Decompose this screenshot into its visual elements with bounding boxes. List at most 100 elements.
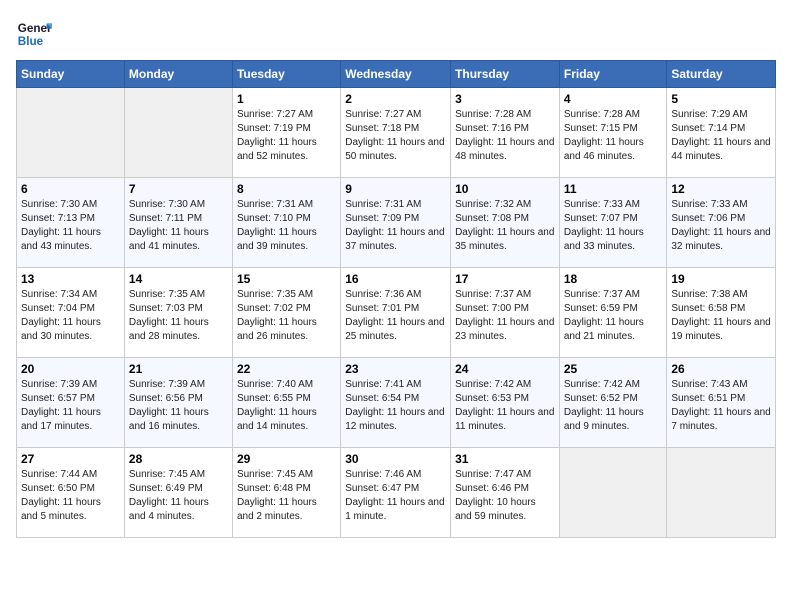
calendar-body: 1 Sunrise: 7:27 AMSunset: 7:19 PMDaylight… xyxy=(17,88,776,538)
day-info: Sunrise: 7:33 AMSunset: 7:06 PMDaylight:… xyxy=(671,198,771,254)
day-info: Sunrise: 7:47 AMSunset: 6:46 PMDaylight:… xyxy=(455,468,555,524)
day-info: Sunrise: 7:35 AMSunset: 7:03 PMDaylight:… xyxy=(129,288,228,344)
day-number: 25 xyxy=(564,362,663,376)
calendar-cell: 30Sunrise: 7:46 AMSunset: 6:47 PMDayligh… xyxy=(341,448,451,538)
day-info: Sunrise: 7:36 AMSunset: 7:01 PMDaylight:… xyxy=(345,288,446,344)
weekday-header-tuesday: Tuesday xyxy=(232,61,340,88)
day-number: 15 xyxy=(237,272,336,286)
calendar-cell: 6Sunrise: 7:30 AMSunset: 7:13 PMDaylight… xyxy=(17,178,125,268)
weekday-header-wednesday: Wednesday xyxy=(341,61,451,88)
calendar-week-4: 20 Sunrise: 7:39 AMSunset: 6:57 PMDayligh… xyxy=(17,358,776,448)
day-number: 19 xyxy=(671,272,771,286)
calendar-cell xyxy=(559,448,667,538)
calendar-week-2: 6Sunrise: 7:30 AMSunset: 7:13 PMDaylight… xyxy=(17,178,776,268)
calendar-cell: 10 Sunrise: 7:32 AMSunset: 7:08 PMDayligh… xyxy=(451,178,560,268)
day-number: 23 xyxy=(345,362,446,376)
calendar-cell: 26 Sunrise: 7:43 AMSunset: 6:51 PMDayligh… xyxy=(667,358,776,448)
day-number: 7 xyxy=(129,182,228,196)
calendar-cell: 2 Sunrise: 7:27 AMSunset: 7:18 PMDaylight… xyxy=(341,88,451,178)
day-info: Sunrise: 7:32 AMSunset: 7:08 PMDaylight:… xyxy=(455,198,555,254)
day-number: 12 xyxy=(671,182,771,196)
day-info: Sunrise: 7:27 AMSunset: 7:18 PMDaylight:… xyxy=(345,108,446,164)
day-number: 8 xyxy=(237,182,336,196)
day-number: 26 xyxy=(671,362,771,376)
day-number: 1 xyxy=(237,92,336,106)
page-header: General Blue xyxy=(16,16,776,52)
day-number: 17 xyxy=(455,272,555,286)
day-number: 29 xyxy=(237,452,336,466)
day-info: Sunrise: 7:39 AMSunset: 6:56 PMDaylight:… xyxy=(129,378,228,434)
day-info: Sunrise: 7:30 AMSunset: 7:13 PMDaylight:… xyxy=(21,198,120,254)
calendar-cell: 7 Sunrise: 7:30 AMSunset: 7:11 PMDaylight… xyxy=(124,178,232,268)
day-number: 31 xyxy=(455,452,555,466)
day-info: Sunrise: 7:45 AMSunset: 6:48 PMDaylight:… xyxy=(237,468,336,524)
day-info: Sunrise: 7:44 AMSunset: 6:50 PMDaylight:… xyxy=(21,468,120,524)
calendar-cell: 20 Sunrise: 7:39 AMSunset: 6:57 PMDayligh… xyxy=(17,358,125,448)
day-info: Sunrise: 7:41 AMSunset: 6:54 PMDaylight:… xyxy=(345,378,446,434)
weekday-header-sunday: Sunday xyxy=(17,61,125,88)
day-info: Sunrise: 7:28 AMSunset: 7:16 PMDaylight:… xyxy=(455,108,555,164)
day-number: 13 xyxy=(21,272,120,286)
calendar-cell: 28 Sunrise: 7:45 AMSunset: 6:49 PMDayligh… xyxy=(124,448,232,538)
calendar-cell: 16 Sunrise: 7:36 AMSunset: 7:01 PMDayligh… xyxy=(341,268,451,358)
weekday-header-row: SundayMondayTuesdayWednesdayThursdayFrid… xyxy=(17,61,776,88)
calendar-cell: 18 Sunrise: 7:37 AMSunset: 6:59 PMDayligh… xyxy=(559,268,667,358)
calendar-cell: 13 Sunrise: 7:34 AMSunset: 7:04 PMDayligh… xyxy=(17,268,125,358)
calendar-cell: 19Sunrise: 7:38 AMSunset: 6:58 PMDayligh… xyxy=(667,268,776,358)
calendar-cell xyxy=(17,88,125,178)
day-info: Sunrise: 7:37 AMSunset: 6:59 PMDaylight:… xyxy=(564,288,663,344)
calendar-cell: 3 Sunrise: 7:28 AMSunset: 7:16 PMDaylight… xyxy=(451,88,560,178)
calendar-cell: 12 Sunrise: 7:33 AMSunset: 7:06 PMDayligh… xyxy=(667,178,776,268)
calendar-cell: 14 Sunrise: 7:35 AMSunset: 7:03 PMDayligh… xyxy=(124,268,232,358)
calendar-week-3: 13 Sunrise: 7:34 AMSunset: 7:04 PMDayligh… xyxy=(17,268,776,358)
weekday-header-thursday: Thursday xyxy=(451,61,560,88)
weekday-header-saturday: Saturday xyxy=(667,61,776,88)
day-info: Sunrise: 7:27 AMSunset: 7:19 PMDaylight:… xyxy=(237,108,336,164)
day-number: 9 xyxy=(345,182,446,196)
calendar-cell: 15 Sunrise: 7:35 AMSunset: 7:02 PMDayligh… xyxy=(232,268,340,358)
calendar-cell: 9 Sunrise: 7:31 AMSunset: 7:09 PMDaylight… xyxy=(341,178,451,268)
day-info: Sunrise: 7:45 AMSunset: 6:49 PMDaylight:… xyxy=(129,468,228,524)
day-info: Sunrise: 7:42 AMSunset: 6:53 PMDaylight:… xyxy=(455,378,555,434)
calendar-cell: 1 Sunrise: 7:27 AMSunset: 7:19 PMDaylight… xyxy=(232,88,340,178)
calendar-cell: 29 Sunrise: 7:45 AMSunset: 6:48 PMDayligh… xyxy=(232,448,340,538)
weekday-header-friday: Friday xyxy=(559,61,667,88)
calendar-cell: 4Sunrise: 7:28 AMSunset: 7:15 PMDaylight… xyxy=(559,88,667,178)
day-info: Sunrise: 7:35 AMSunset: 7:02 PMDaylight:… xyxy=(237,288,336,344)
day-info: Sunrise: 7:33 AMSunset: 7:07 PMDaylight:… xyxy=(564,198,663,254)
calendar-cell xyxy=(124,88,232,178)
day-number: 21 xyxy=(129,362,228,376)
logo-icon: General Blue xyxy=(16,16,52,52)
calendar-cell: 27 Sunrise: 7:44 AMSunset: 6:50 PMDayligh… xyxy=(17,448,125,538)
calendar-table: SundayMondayTuesdayWednesdayThursdayFrid… xyxy=(16,60,776,538)
day-info: Sunrise: 7:43 AMSunset: 6:51 PMDaylight:… xyxy=(671,378,771,434)
day-info: Sunrise: 7:37 AMSunset: 7:00 PMDaylight:… xyxy=(455,288,555,344)
calendar-cell: 11 Sunrise: 7:33 AMSunset: 7:07 PMDayligh… xyxy=(559,178,667,268)
day-number: 16 xyxy=(345,272,446,286)
day-info: Sunrise: 7:28 AMSunset: 7:15 PMDaylight:… xyxy=(564,108,663,164)
day-info: Sunrise: 7:42 AMSunset: 6:52 PMDaylight:… xyxy=(564,378,663,434)
day-number: 10 xyxy=(455,182,555,196)
day-number: 28 xyxy=(129,452,228,466)
weekday-header-monday: Monday xyxy=(124,61,232,88)
calendar-cell: 5Sunrise: 7:29 AMSunset: 7:14 PMDaylight… xyxy=(667,88,776,178)
calendar-cell: 23 Sunrise: 7:41 AMSunset: 6:54 PMDayligh… xyxy=(341,358,451,448)
day-info: Sunrise: 7:31 AMSunset: 7:09 PMDaylight:… xyxy=(345,198,446,254)
day-info: Sunrise: 7:40 AMSunset: 6:55 PMDaylight:… xyxy=(237,378,336,434)
day-number: 2 xyxy=(345,92,446,106)
day-info: Sunrise: 7:30 AMSunset: 7:11 PMDaylight:… xyxy=(129,198,228,254)
day-number: 14 xyxy=(129,272,228,286)
day-number: 18 xyxy=(564,272,663,286)
day-number: 11 xyxy=(564,182,663,196)
calendar-cell xyxy=(667,448,776,538)
day-info: Sunrise: 7:39 AMSunset: 6:57 PMDaylight:… xyxy=(21,378,120,434)
day-info: Sunrise: 7:34 AMSunset: 7:04 PMDaylight:… xyxy=(21,288,120,344)
calendar-cell: 24Sunrise: 7:42 AMSunset: 6:53 PMDayligh… xyxy=(451,358,560,448)
day-number: 3 xyxy=(455,92,555,106)
day-number: 20 xyxy=(21,362,120,376)
calendar-cell: 31 Sunrise: 7:47 AMSunset: 6:46 PMDayligh… xyxy=(451,448,560,538)
day-number: 27 xyxy=(21,452,120,466)
calendar-cell: 17 Sunrise: 7:37 AMSunset: 7:00 PMDayligh… xyxy=(451,268,560,358)
calendar-cell: 8Sunrise: 7:31 AMSunset: 7:10 PMDaylight… xyxy=(232,178,340,268)
calendar-week-5: 27 Sunrise: 7:44 AMSunset: 6:50 PMDayligh… xyxy=(17,448,776,538)
